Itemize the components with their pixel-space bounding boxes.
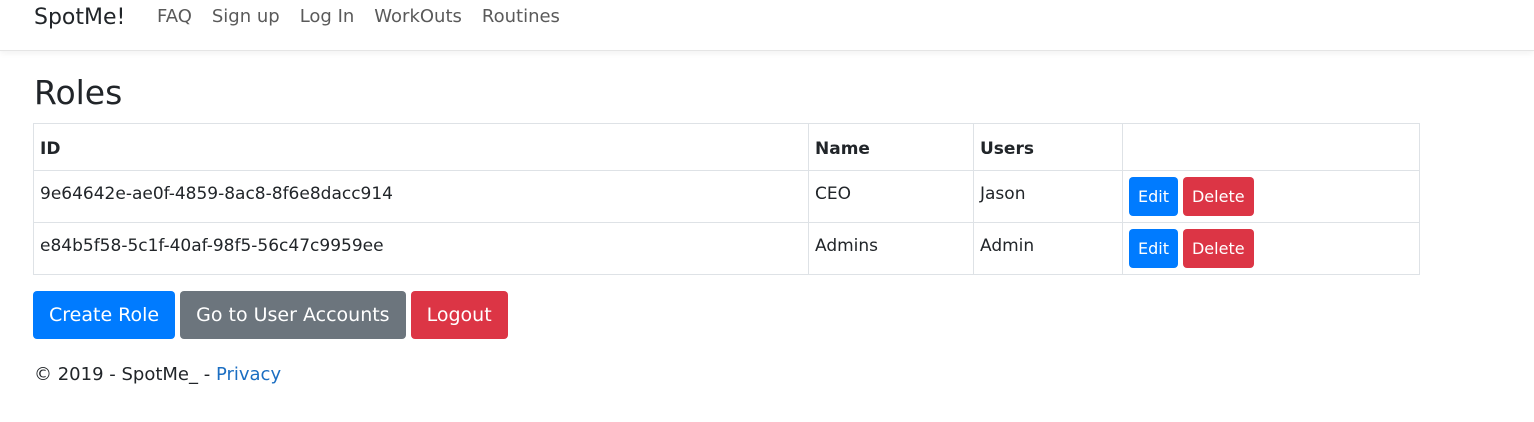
top-navbar: SpotMe! FAQ Sign up Log In WorkOuts Rout…	[0, 0, 1534, 51]
cell-users: Jason	[973, 170, 1123, 223]
edit-button[interactable]: Edit	[1129, 177, 1178, 216]
edit-button[interactable]: Edit	[1129, 229, 1178, 268]
role-users: Jason	[980, 183, 1026, 204]
header-users: Users	[973, 123, 1123, 171]
role-name: Admins	[815, 235, 879, 256]
nav-link-sign-up[interactable]: Sign up	[212, 5, 280, 29]
brand-link[interactable]: SpotMe!	[34, 4, 125, 32]
page-title: Roles	[34, 73, 123, 112]
delete-button[interactable]: Delete	[1182, 177, 1254, 216]
cell-actions: Edit Delete	[1122, 170, 1420, 223]
role-users: Admin	[980, 235, 1035, 256]
cell-name: CEO	[808, 170, 974, 223]
cell-users: Admin	[973, 222, 1123, 275]
cell-id: 9e64642e-ae0f-4859-8ac8-8f6e8dacc914	[33, 170, 809, 223]
create-role-button[interactable]: Create Role	[33, 291, 176, 339]
footer: © 2019 - SpotMe_ - Privacy	[34, 363, 281, 387]
cell-name: Admins	[808, 222, 974, 275]
copyright-text: © 2019 - SpotMe_ -	[34, 364, 216, 385]
table-row: e84b5f58-5c1f-40af-98f5-56c47c9959ee Adm…	[33, 222, 1420, 275]
role-name: CEO	[815, 183, 851, 204]
cell-id: e84b5f58-5c1f-40af-98f5-56c47c9959ee	[33, 222, 809, 275]
role-id: 9e64642e-ae0f-4859-8ac8-8f6e8dacc914	[40, 183, 393, 204]
table-row: 9e64642e-ae0f-4859-8ac8-8f6e8dacc914 CEO…	[33, 170, 1420, 223]
logout-button[interactable]: Logout	[410, 291, 508, 339]
user-accounts-button[interactable]: Go to User Accounts	[180, 291, 406, 339]
nav-link-faq[interactable]: FAQ	[157, 5, 192, 29]
roles-table: ID Name Users 9e64642e-ae0f-4859-8ac8-8f…	[33, 123, 1420, 275]
nav-link-routines[interactable]: Routines	[482, 5, 560, 29]
privacy-link[interactable]: Privacy	[216, 364, 281, 385]
page-actions: Create Role Go to User Accounts Logout	[33, 291, 508, 339]
header-id: ID	[33, 123, 809, 171]
nav-link-workouts[interactable]: WorkOuts	[374, 5, 462, 29]
nav-link-log-in[interactable]: Log In	[300, 5, 355, 29]
role-id: e84b5f58-5c1f-40af-98f5-56c47c9959ee	[40, 235, 384, 256]
cell-actions: Edit Delete	[1122, 222, 1420, 275]
header-name: Name	[808, 123, 974, 171]
header-actions	[1122, 123, 1420, 171]
nav-links: FAQ Sign up Log In WorkOuts Routines	[157, 5, 560, 29]
table-header-row: ID Name Users	[33, 123, 1420, 171]
delete-button[interactable]: Delete	[1182, 229, 1254, 268]
